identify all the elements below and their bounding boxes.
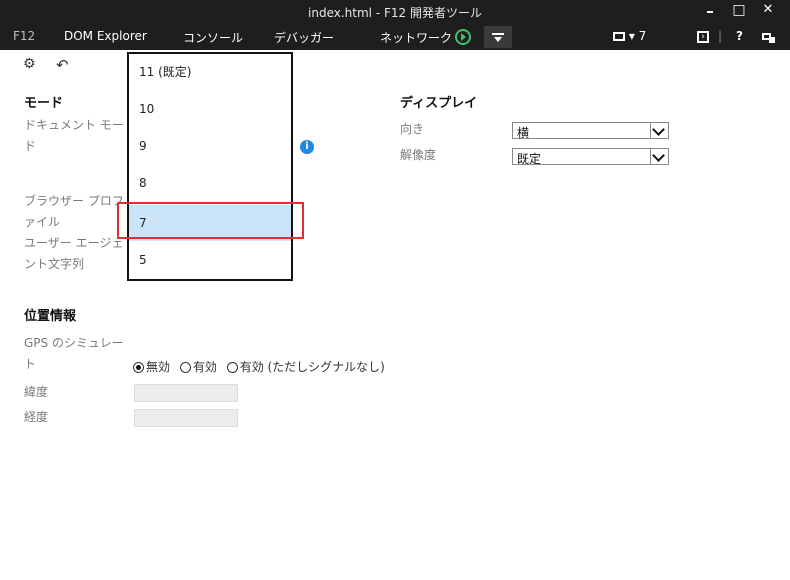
- tab-network[interactable]: ネットワーク: [380, 29, 472, 46]
- f12-label: F12: [13, 29, 36, 43]
- latitude-label: 緯度: [24, 385, 49, 399]
- more-tools-button[interactable]: [484, 26, 512, 48]
- tab-dom-explorer[interactable]: DOM Explorer: [64, 29, 147, 43]
- dropdown-option-9[interactable]: 9: [129, 128, 291, 164]
- monitor-icon: [613, 32, 625, 41]
- chevron-down-icon: [650, 123, 668, 138]
- display-heading: ディスプレイ: [400, 96, 478, 111]
- orientation-value: 横: [517, 126, 530, 140]
- mode-heading: モード: [24, 96, 64, 111]
- orientation-label: 向き: [400, 122, 425, 136]
- help-icon[interactable]: ?: [736, 29, 743, 43]
- document-mode-label: ドキュメント モード: [24, 118, 124, 153]
- browser-profile-label: ブラウザー プロファイル: [24, 194, 124, 229]
- gps-option-enabled[interactable]: 有効: [179, 358, 217, 375]
- close-button[interactable]: ✕: [757, 2, 779, 17]
- minimize-button[interactable]: –: [699, 2, 721, 20]
- window-title: index.html - F12 開発者ツール: [308, 6, 482, 20]
- tab-console[interactable]: コンソール: [183, 29, 243, 46]
- dropdown-option-10[interactable]: 10: [129, 91, 291, 127]
- console-prompt-icon[interactable]: ›: [697, 28, 709, 43]
- toolbar: ⚙ ↶: [0, 50, 790, 82]
- chevron-down-icon: [650, 149, 668, 164]
- dropdown-option-8[interactable]: 8: [129, 165, 291, 201]
- chevron-down-icon: [494, 37, 502, 42]
- settings-list-icon[interactable]: ⚙: [23, 56, 36, 72]
- gps-option-enabled-no-signal[interactable]: 有効 (ただしシグナルなし): [226, 358, 385, 375]
- dropdown-option-11[interactable]: 11 (既定): [129, 54, 291, 90]
- gps-radio-group: 無効 有効 有効 (ただしシグナルなし): [133, 358, 391, 375]
- orientation-select[interactable]: 横: [512, 122, 669, 140]
- title-bar: index.html - F12 開発者ツール – □ ✕: [0, 0, 790, 23]
- latitude-input[interactable]: [134, 384, 238, 402]
- gps-simulate-label: GPS のシミュレート: [24, 336, 124, 371]
- separator: |: [718, 29, 723, 43]
- gps-option-disabled[interactable]: 無効: [133, 358, 170, 375]
- tab-debugger[interactable]: デバッガー: [274, 29, 334, 46]
- emulation-target-selector[interactable]: ▾ 7: [613, 29, 646, 43]
- geolocation-heading: 位置情報: [24, 309, 77, 324]
- emulation-target-value: ▾ 7: [628, 29, 647, 43]
- radio-icon: [179, 362, 191, 373]
- document-mode-dropdown[interactable]: 11 (既定) 10 9 8 7 5: [127, 52, 293, 281]
- longitude-label: 経度: [24, 410, 49, 424]
- tab-network-label: ネットワーク: [380, 31, 453, 45]
- selection-highlight-box: [117, 202, 304, 239]
- radio-selected-icon: [133, 362, 144, 373]
- longitude-input[interactable]: [134, 409, 238, 427]
- radio-icon: [226, 362, 238, 373]
- tab-bar: F12 DOM Explorer コンソール デバッガー ネットワーク ▾ 7 …: [0, 23, 790, 50]
- undo-icon[interactable]: ↶: [56, 56, 69, 74]
- dropdown-option-5[interactable]: 5: [129, 242, 291, 278]
- resolution-label: 解像度: [400, 148, 437, 162]
- maximize-button[interactable]: □: [728, 2, 750, 18]
- info-icon[interactable]: i: [300, 140, 314, 154]
- undock-icon[interactable]: [762, 29, 775, 43]
- resolution-value: 既定: [517, 152, 542, 166]
- play-icon: [455, 29, 472, 45]
- user-agent-label: ユーザー エージェント文字列: [24, 236, 124, 271]
- resolution-select[interactable]: 既定: [512, 148, 669, 166]
